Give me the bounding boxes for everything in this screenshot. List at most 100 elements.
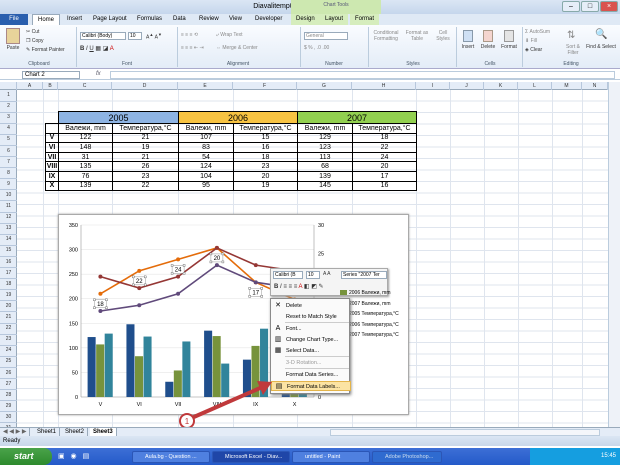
copy-button[interactable]: ❐ Copy <box>26 38 44 44</box>
tab-insert[interactable]: Insert <box>62 14 87 25</box>
value-cell[interactable]: 19 <box>233 180 298 192</box>
row-header[interactable]: 21 <box>0 312 17 324</box>
value-cell[interactable]: 18 <box>352 132 417 144</box>
row-header[interactable]: 7 <box>0 157 17 169</box>
selection-handle[interactable] <box>182 264 186 267</box>
value-cell[interactable]: 148 <box>58 142 113 153</box>
year-header[interactable]: 2007 <box>297 111 417 124</box>
tab-developer[interactable]: Developer <box>250 14 287 25</box>
value-cell[interactable]: 123 <box>297 142 353 153</box>
series-marker[interactable] <box>253 263 258 268</box>
horizontal-scrollbar[interactable] <box>330 429 600 436</box>
row-header[interactable]: 6 <box>0 146 17 157</box>
cut-button[interactable]: ✂ Cut <box>26 29 39 35</box>
selection-handle[interactable] <box>93 306 96 310</box>
row-header[interactable]: 5 <box>0 134 17 146</box>
bar[interactable] <box>104 333 113 397</box>
x-tick-label[interactable]: V <box>99 402 103 408</box>
tab-layout[interactable]: Layout <box>320 14 349 25</box>
month-cell[interactable]: X <box>45 180 59 192</box>
data-label[interactable]: 22 <box>136 279 143 285</box>
selection-handle[interactable] <box>221 252 225 256</box>
context-menu-item[interactable]: Format Data Labels... ▤ <box>271 381 351 391</box>
close-button[interactable]: × <box>600 1 618 12</box>
value-cell[interactable]: 15 <box>233 132 298 144</box>
series-marker[interactable] <box>253 280 258 285</box>
column-header[interactable]: K <box>484 82 518 90</box>
column-header[interactable]: H <box>352 82 416 90</box>
selection-handle[interactable] <box>132 283 135 287</box>
tab-data[interactable]: Data <box>168 14 191 25</box>
value-cell[interactable]: 54 <box>178 151 234 163</box>
mini-grow-icon[interactable]: A A <box>323 271 331 277</box>
value-cell[interactable]: 139 <box>297 170 353 182</box>
context-menu-item[interactable]: Reset to Match Style <box>271 312 351 322</box>
bar[interactable] <box>87 337 96 397</box>
selection-handle[interactable] <box>248 295 251 298</box>
row-header[interactable]: 19 <box>0 290 17 302</box>
column-header[interactable]: I <box>416 82 450 90</box>
value-cell[interactable]: 17 <box>352 170 417 182</box>
name-box[interactable]: Chart 2 <box>22 71 80 79</box>
y-tick-label[interactable]: 100 <box>69 346 78 352</box>
column-header[interactable]: M <box>552 82 582 90</box>
x-tick-label[interactable]: VI <box>137 402 143 408</box>
selection-handle[interactable] <box>144 283 147 287</box>
series-marker[interactable] <box>98 291 103 296</box>
data-label[interactable]: 18 <box>97 302 104 308</box>
column-header[interactable]: J <box>450 82 484 90</box>
merge-center-button[interactable]: ⇔ Merge & Center <box>216 45 258 51</box>
series-marker[interactable] <box>214 245 219 250</box>
row-header[interactable]: 16 <box>0 257 17 268</box>
selection-handle[interactable] <box>248 287 251 290</box>
tab-format[interactable]: Format <box>350 14 380 25</box>
row-header[interactable]: 22 <box>0 323 17 335</box>
bar[interactable] <box>126 324 135 397</box>
y-tick-label[interactable]: 50 <box>72 370 78 376</box>
year-header[interactable]: 2006 <box>178 111 298 124</box>
selection-handle[interactable] <box>105 306 108 310</box>
value-cell[interactable]: 16 <box>233 142 298 153</box>
context-menu-item[interactable]: Font... A <box>271 324 351 334</box>
series-line[interactable] <box>100 247 295 301</box>
y-tick-label[interactable]: 250 <box>69 272 78 278</box>
column-header[interactable]: C <box>58 82 112 90</box>
value-cell[interactable]: 124 <box>178 161 234 172</box>
row-header[interactable]: 28 <box>0 390 17 402</box>
bar[interactable] <box>143 336 152 397</box>
number-format-icons[interactable]: $ % , .0 .00 <box>304 45 329 51</box>
formula-input[interactable] <box>110 71 615 79</box>
mini-format-icons[interactable]: B I ≡ ≡ ≡ A ◧ ◩ ✎ <box>274 283 324 290</box>
vertical-scrollbar[interactable] <box>608 82 620 427</box>
row-header[interactable]: 10 <box>0 190 17 202</box>
row-header[interactable]: 15 <box>0 245 17 257</box>
format-as-table-button[interactable]: Format as Table <box>402 30 432 42</box>
row-header[interactable]: 17 <box>0 268 17 280</box>
cell-styles-button[interactable]: Cell Styles <box>432 30 454 42</box>
data-label[interactable]: 17 <box>252 290 259 296</box>
fill-button[interactable]: ⬇ Fill <box>525 38 537 44</box>
row-header[interactable]: 18 <box>0 279 17 291</box>
row-header[interactable]: 12 <box>0 212 17 224</box>
selection-handle[interactable] <box>144 275 147 279</box>
selection-handle[interactable] <box>182 272 186 275</box>
row-header[interactable]: 1 <box>0 90 17 102</box>
y2-tick-label[interactable]: 30 <box>318 223 324 229</box>
quick-launch-icons[interactable]: ▣ ◉ ▤ <box>58 452 128 462</box>
row-header[interactable]: 30 <box>0 412 17 424</box>
context-menu-item[interactable]: Format Data Series... <box>271 370 351 380</box>
data-label[interactable]: 20 <box>214 256 221 262</box>
column-label[interactable]: Температура,°C <box>112 123 179 134</box>
column-header[interactable]: A <box>17 82 43 90</box>
task-button[interactable]: untitled - Paint <box>292 451 370 463</box>
series-marker[interactable] <box>98 274 103 279</box>
x-tick-label[interactable]: X <box>293 402 297 408</box>
selection-handle[interactable] <box>170 264 174 267</box>
select-all-corner[interactable] <box>0 82 17 90</box>
column-label[interactable]: Температура,°C <box>352 123 417 134</box>
value-cell[interactable]: 20 <box>352 161 417 172</box>
series-line[interactable] <box>100 264 295 312</box>
mini-font-combo[interactable]: Calibri (B <box>273 271 303 279</box>
row-header[interactable]: 14 <box>0 234 17 246</box>
column-header[interactable]: F <box>233 82 297 90</box>
